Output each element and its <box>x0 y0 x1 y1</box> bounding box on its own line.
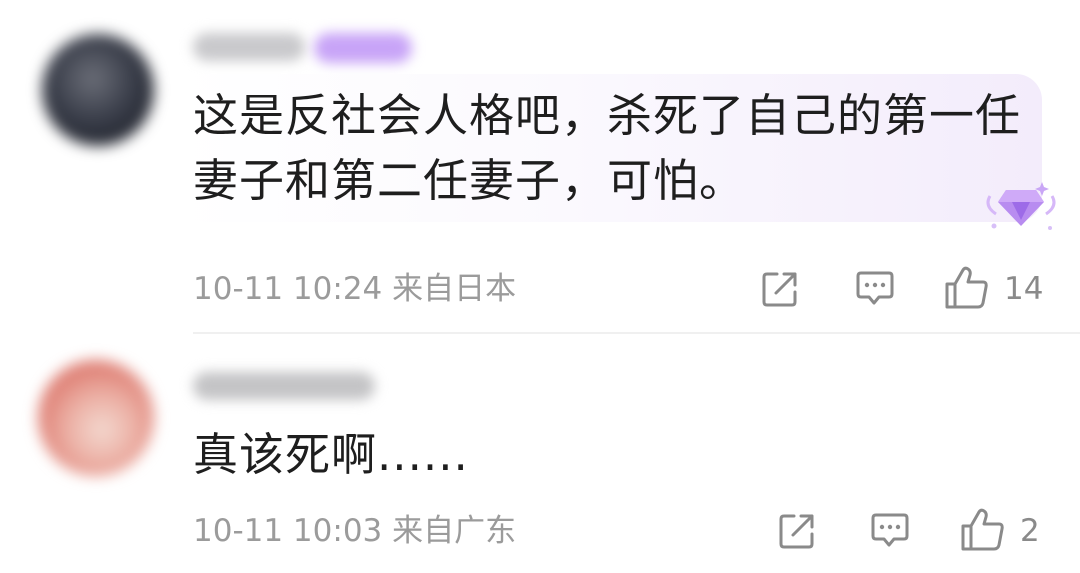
reply-icon[interactable] <box>855 270 895 308</box>
vip-badge <box>314 33 412 63</box>
comment-meta: 10-11 10:24 来自日本 <box>193 271 517 307</box>
username-blurred[interactable] <box>193 33 305 61</box>
thumbs-up-icon[interactable] <box>944 266 990 310</box>
comment-text-line1: 真该死啊...... <box>193 428 469 481</box>
avatar[interactable] <box>42 34 154 146</box>
avatar[interactable] <box>38 360 154 476</box>
share-icon[interactable] <box>760 269 800 309</box>
comment-item: 这是反社会人格吧，杀死了自己的第一任 妻子和第二任妻子，可怕。 10-11 10… <box>0 0 1080 333</box>
share-icon[interactable] <box>777 511 817 551</box>
like-count: 2 <box>1020 513 1040 549</box>
comment-meta: 10-11 10:03 来自广东 <box>193 513 517 549</box>
comment-item: 真该死啊...... 10-11 10:03 来自广东 2 <box>0 334 1080 573</box>
like-count: 14 <box>1004 271 1044 307</box>
reply-icon[interactable] <box>870 512 910 550</box>
comment-text-line1: 这是反社会人格吧，杀死了自己的第一任 <box>193 89 1022 142</box>
diamond-badge-icon <box>986 182 1056 230</box>
username-blurred[interactable] <box>193 372 375 400</box>
thumbs-up-icon[interactable] <box>960 508 1006 552</box>
comment-text-line2: 妻子和第二任妻子，可怕。 <box>193 154 746 207</box>
